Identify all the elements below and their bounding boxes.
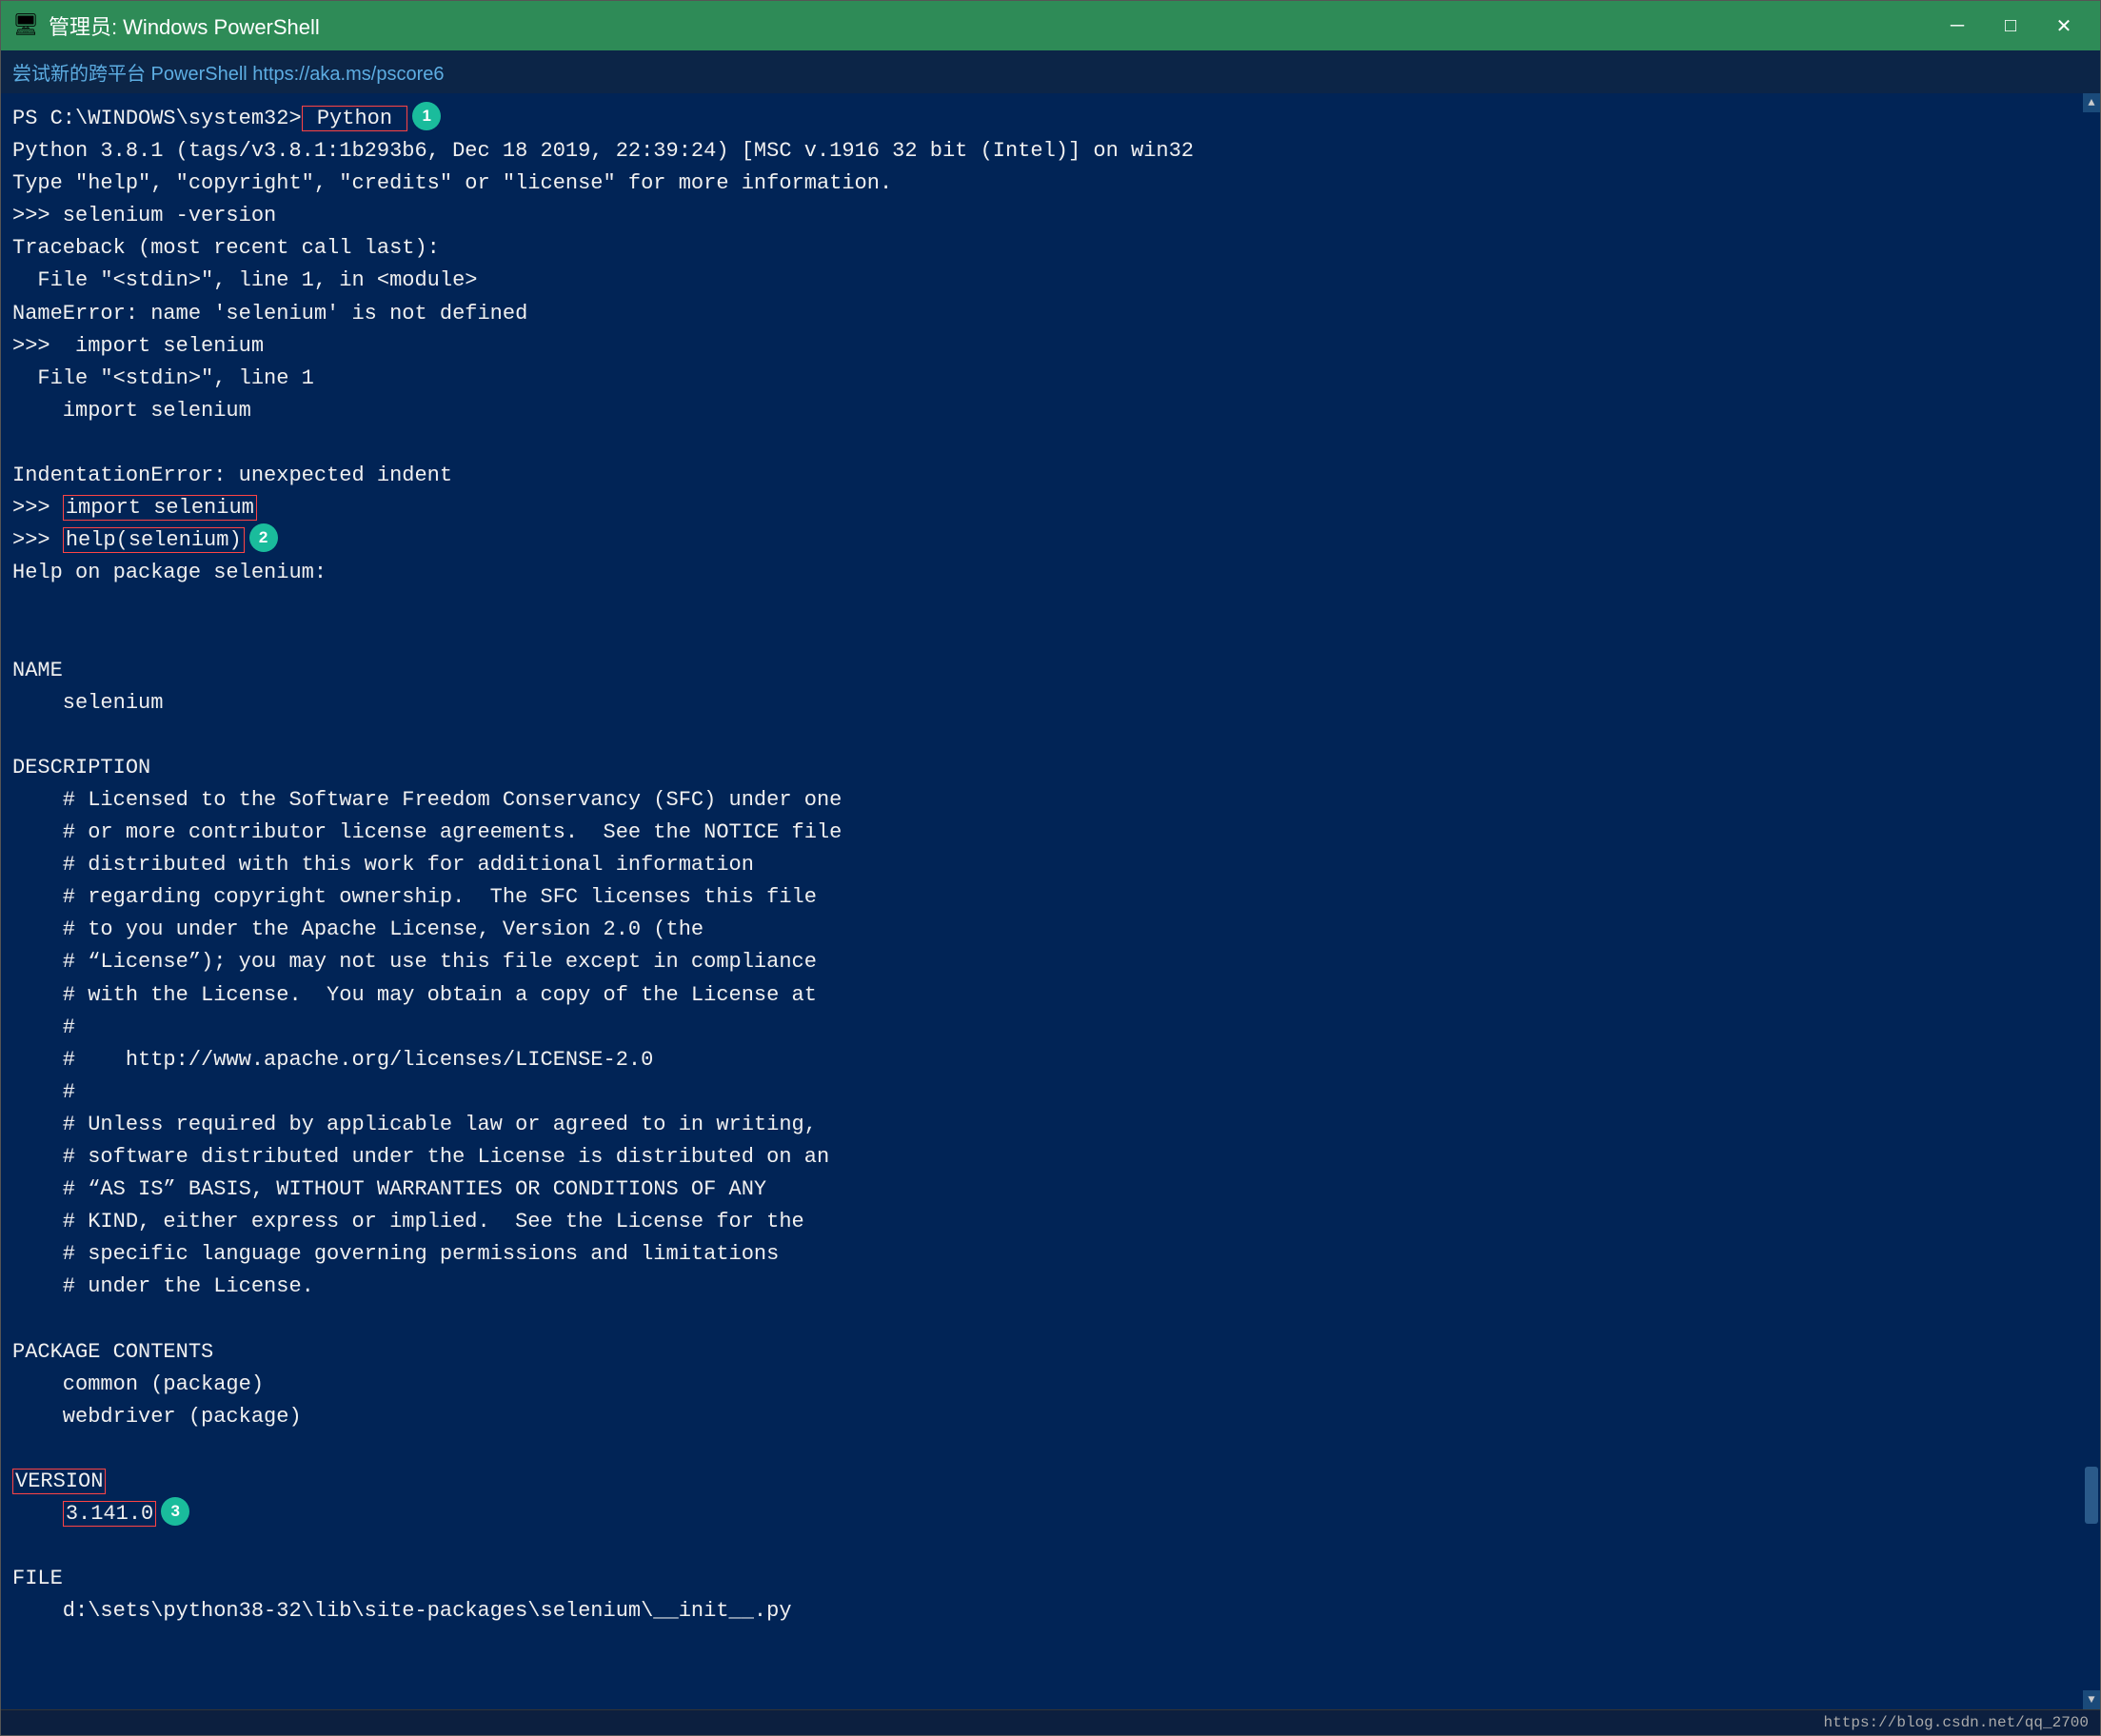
minimize-button[interactable]: ─ bbox=[1933, 9, 1982, 43]
terminal-line-traceback: Traceback (most recent call last): bbox=[12, 232, 2089, 265]
terminal-line-common: common (package) bbox=[12, 1369, 2089, 1401]
terminal-line-desc14: # KIND, either express or implied. See t… bbox=[12, 1206, 2089, 1238]
terminal-line-desc12: # software distributed under the License… bbox=[12, 1141, 2089, 1174]
terminal-line-blank3 bbox=[12, 622, 2089, 655]
badge-2: 2 bbox=[249, 523, 278, 552]
terminal-line-desc16: # under the License. bbox=[12, 1271, 2089, 1303]
terminal-line-prompt: PS C:\WINDOWS\system32> Python 1 bbox=[12, 103, 2089, 135]
terminal-line-desc8: # bbox=[12, 1012, 2089, 1044]
window-icon: 🖥 bbox=[12, 13, 39, 38]
terminal-line-import-attempt: >>> import selenium bbox=[12, 330, 2089, 363]
window-title: 管理员: Windows PowerShell bbox=[49, 10, 1933, 41]
close-button[interactable]: ✕ bbox=[2039, 9, 2089, 43]
terminal-line-desc7: # with the License. You may obtain a cop… bbox=[12, 979, 2089, 1012]
terminal-line-package-contents: PACKAGE CONTENTS bbox=[12, 1336, 2089, 1369]
terminal-line-import-selenium: >>> import selenium bbox=[12, 492, 2089, 524]
maximize-button[interactable]: □ bbox=[1986, 9, 2035, 43]
scroll-down-arrow[interactable]: ▼ bbox=[2083, 1690, 2100, 1709]
terminal-line-desc6: # “License”); you may not use this file … bbox=[12, 946, 2089, 978]
terminal-line-name-selenium: selenium bbox=[12, 687, 2089, 720]
title-bar: 🖥 管理员: Windows PowerShell ─ □ ✕ bbox=[1, 1, 2100, 50]
help-selenium-highlight: help(selenium) bbox=[63, 527, 245, 553]
powershell-window: 🖥 管理员: Windows PowerShell ─ □ ✕ 尝试新的跨平台 … bbox=[0, 0, 2101, 1736]
terminal-line-indentation-error: IndentationError: unexpected indent bbox=[12, 460, 2089, 492]
terminal-line-file-stdin: File "<stdin>", line 1, in <module> bbox=[12, 265, 2089, 297]
terminal-line-desc13: # “AS IS” BASIS, WITHOUT WARRANTIES OR C… bbox=[12, 1174, 2089, 1206]
python-highlight: Python bbox=[302, 106, 408, 131]
terminal-line-desc5: # to you under the Apache License, Versi… bbox=[12, 914, 2089, 946]
terminal-line-blank5 bbox=[12, 1303, 2089, 1335]
scroll-up-arrow[interactable]: ▲ bbox=[2083, 93, 2100, 112]
terminal-line-import-indent: import selenium bbox=[12, 395, 2089, 427]
toolbar-hint: 尝试新的跨平台 PowerShell https://aka.ms/pscore… bbox=[1, 50, 2100, 93]
version-highlight: VERSION bbox=[12, 1469, 106, 1494]
terminal-line-version-value: 3.141.03 bbox=[12, 1498, 2089, 1530]
terminal-line-desc11: # Unless required by applicable law or a… bbox=[12, 1109, 2089, 1141]
terminal-line-blank4 bbox=[12, 720, 2089, 752]
terminal-line-python-version: Python 3.8.1 (tags/v3.8.1:1b293b6, Dec 1… bbox=[12, 135, 2089, 168]
badge-1: 1 bbox=[412, 102, 441, 130]
status-bar: https://blog.csdn.net/qq_2700 bbox=[1, 1709, 2100, 1735]
terminal-line-file-path: d:\sets\python38-32\lib\site-packages\se… bbox=[12, 1595, 2089, 1628]
terminal-body[interactable]: PS C:\WINDOWS\system32> Python 1 Python … bbox=[1, 93, 2100, 1709]
scroll-thumb[interactable] bbox=[2085, 1467, 2098, 1524]
terminal-line-desc15: # specific language governing permission… bbox=[12, 1238, 2089, 1271]
import-selenium-highlight: import selenium bbox=[63, 495, 257, 521]
terminal-line-help-on: Help on package selenium: bbox=[12, 557, 2089, 589]
terminal-line-nameerror: NameError: name 'selenium' is not define… bbox=[12, 298, 2089, 330]
terminal-line-blank1 bbox=[12, 427, 2089, 460]
terminal-line-desc9: # http://www.apache.org/licenses/LICENSE… bbox=[12, 1044, 2089, 1076]
terminal-line-desc2: # or more contributor license agreements… bbox=[12, 817, 2089, 849]
badge-3: 3 bbox=[161, 1497, 189, 1526]
scrollbar[interactable]: ▲ ▼ bbox=[2083, 93, 2100, 1709]
terminal-line-blank2 bbox=[12, 589, 2089, 621]
terminal-line-file-header: FILE bbox=[12, 1563, 2089, 1595]
terminal-line-name-header: NAME bbox=[12, 655, 2089, 687]
status-url: https://blog.csdn.net/qq_2700 bbox=[1824, 1714, 2089, 1731]
terminal-line-desc4: # regarding copyright ownership. The SFC… bbox=[12, 881, 2089, 914]
terminal-line-webdriver: webdriver (package) bbox=[12, 1401, 2089, 1433]
terminal-line-typehelp: Type "help", "copyright", "credits" or "… bbox=[12, 168, 2089, 200]
terminal-line-blank7 bbox=[12, 1530, 2089, 1563]
terminal-line-desc10: # bbox=[12, 1076, 2089, 1109]
terminal-line-file-stdin2: File "<stdin>", line 1 bbox=[12, 363, 2089, 395]
terminal-line-version-header: VERSION bbox=[12, 1466, 2089, 1498]
terminal-line-desc1: # Licensed to the Software Freedom Conse… bbox=[12, 784, 2089, 817]
window-controls: ─ □ ✕ bbox=[1933, 9, 2089, 43]
terminal-line-selenium-version: >>> selenium -version bbox=[12, 200, 2089, 232]
terminal-line-description-header: DESCRIPTION bbox=[12, 752, 2089, 784]
terminal-line-blank6 bbox=[12, 1433, 2089, 1466]
terminal-line-help-selenium: >>> help(selenium)2 bbox=[12, 524, 2089, 557]
version-number-highlight: 3.141.0 bbox=[63, 1501, 156, 1527]
terminal-line-desc3: # distributed with this work for additio… bbox=[12, 849, 2089, 881]
